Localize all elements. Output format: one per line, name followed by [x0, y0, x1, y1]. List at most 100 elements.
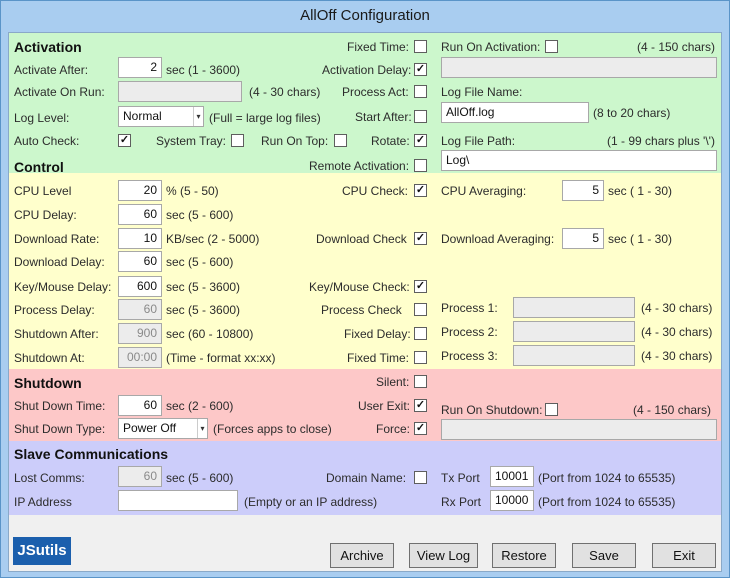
shutdown-heading: Shutdown — [14, 375, 82, 391]
shut-down-time-input[interactable]: 60 — [118, 395, 162, 416]
run-on-shutdown-input[interactable] — [441, 419, 717, 440]
run-on-activation-checkbox[interactable] — [545, 40, 558, 53]
run-on-shutdown-label: Run On Shutdown: — [441, 403, 543, 417]
process1-input[interactable] — [513, 297, 635, 318]
domain-name-label: Domain Name: — [326, 471, 407, 485]
process3-hint: (4 - 30 chars) — [641, 349, 713, 363]
log-level-select[interactable]: Normal ▾ — [118, 106, 204, 127]
chevron-down-icon: ▾ — [193, 107, 203, 126]
save-button[interactable]: Save — [572, 543, 636, 568]
process-act-checkbox[interactable] — [414, 85, 427, 98]
fixed-time-checkbox[interactable] — [414, 40, 427, 53]
cpu-delay-label: CPU Delay: — [14, 208, 77, 222]
cpu-averaging-input[interactable]: 5 — [562, 180, 604, 201]
silent-checkbox[interactable] — [414, 375, 427, 388]
process2-input[interactable] — [513, 321, 635, 342]
download-averaging-hint: sec ( 1 - 30) — [608, 232, 673, 246]
process-act-label: Process Act: — [342, 85, 409, 99]
process2-hint: (4 - 30 chars) — [641, 325, 713, 339]
archive-button[interactable]: Archive — [330, 543, 394, 568]
cpu-delay-hint: sec (5 - 600) — [166, 208, 234, 222]
shutdown-panel: Shutdown Shut Down Time: 60 sec (2 - 600… — [9, 369, 721, 441]
run-on-top-checkbox[interactable] — [334, 134, 347, 147]
user-exit-checkbox[interactable]: ✓ — [414, 399, 427, 412]
remote-activation-label: Remote Activation: — [309, 159, 410, 173]
cpu-delay-input[interactable]: 60 — [118, 204, 162, 225]
log-file-path-label: Log File Path: — [441, 134, 516, 148]
download-check-checkbox[interactable]: ✓ — [414, 232, 427, 245]
download-averaging-input[interactable]: 5 — [562, 228, 604, 249]
domain-name-checkbox[interactable] — [414, 471, 427, 484]
slave-panel: Slave Communications Lost Comms: 60 sec … — [9, 441, 721, 515]
run-on-activation-label: Run On Activation: — [441, 40, 541, 54]
download-averaging-label: Download Averaging: — [441, 232, 555, 246]
silent-label: Silent: — [376, 375, 410, 389]
cpu-check-checkbox[interactable]: ✓ — [414, 184, 427, 197]
rx-port-label: Rx Port — [441, 495, 482, 509]
auto-check-label: Auto Check: — [14, 134, 80, 148]
slave-heading: Slave Communications — [14, 446, 169, 462]
activation-delay-label: Activation Delay: — [322, 63, 412, 77]
run-on-shutdown-checkbox[interactable] — [545, 403, 558, 416]
control-heading: Control — [14, 159, 64, 175]
key-mouse-delay-input[interactable]: 600 — [118, 276, 162, 297]
restore-button[interactable]: Restore — [492, 543, 556, 568]
process1-label: Process 1: — [441, 301, 498, 315]
process2-label: Process 2: — [441, 325, 498, 339]
cpu-level-label: CPU Level — [14, 184, 72, 198]
process3-input[interactable] — [513, 345, 635, 366]
shutdown-after-input[interactable]: 900 — [118, 323, 162, 344]
shut-down-type-value: Power Off — [123, 421, 177, 435]
rx-port-input[interactable]: 10000 — [490, 490, 534, 511]
key-mouse-check-checkbox[interactable]: ✓ — [414, 280, 427, 293]
download-rate-label: Download Rate: — [14, 232, 100, 246]
lost-comms-input[interactable]: 60 — [118, 466, 162, 487]
remote-activation-checkbox[interactable] — [414, 159, 427, 172]
shut-down-type-hint: (Forces apps to close) — [213, 422, 332, 436]
ip-address-hint: (Empty or an IP address) — [244, 495, 378, 509]
shutdown-at-hint: (Time - format xx:xx) — [166, 351, 276, 365]
shut-down-type-select[interactable]: Power Off ▾ — [118, 418, 208, 439]
process-delay-hint: sec (5 - 3600) — [166, 303, 241, 317]
run-on-activation-input[interactable] — [441, 57, 717, 78]
shutdown-after-label: Shutdown After: — [14, 327, 99, 341]
cpu-level-input[interactable]: 20 — [118, 180, 162, 201]
activate-on-run-input[interactable] — [118, 81, 242, 102]
shut-down-time-hint: sec (2 - 600) — [166, 399, 234, 413]
activate-after-input[interactable]: 2 — [118, 57, 162, 78]
activation-delay-checkbox[interactable]: ✓ — [414, 63, 427, 76]
rotate-checkbox[interactable]: ✓ — [414, 134, 427, 147]
control-fixed-time-label: Fixed Time: — [347, 351, 410, 365]
start-after-checkbox[interactable] — [414, 110, 427, 123]
log-file-name-input[interactable]: AllOff.log — [441, 102, 589, 123]
process-check-checkbox[interactable] — [414, 303, 427, 316]
fixed-time-label: Fixed Time: — [347, 40, 410, 54]
exit-button[interactable]: Exit — [652, 543, 716, 568]
activate-after-hint: sec (1 - 3600) — [166, 63, 241, 77]
window-frame: AllOff Configuration Activation Activate… — [0, 0, 730, 578]
tx-port-input[interactable]: 10001 — [490, 466, 534, 487]
force-checkbox[interactable]: ✓ — [414, 422, 427, 435]
system-tray-checkbox[interactable] — [231, 134, 244, 147]
ip-address-label: IP Address — [14, 495, 72, 509]
shutdown-at-input[interactable]: 00:00 — [118, 347, 162, 368]
lost-comms-label: Lost Comms: — [14, 471, 85, 485]
log-file-name-label: Log File Name: — [441, 85, 523, 99]
process-delay-input[interactable]: 60 — [118, 299, 162, 320]
view-log-button[interactable]: View Log — [409, 543, 478, 568]
rx-port-hint: (Port from 1024 to 65535) — [538, 495, 676, 509]
control-fixed-time-checkbox[interactable] — [414, 351, 427, 364]
log-level-hint: (Full = large log files) — [209, 111, 321, 125]
download-rate-input[interactable]: 10 — [118, 228, 162, 249]
process3-label: Process 3: — [441, 349, 498, 363]
process1-hint: (4 - 30 chars) — [641, 301, 713, 315]
jsutils-logo: JSutils — [13, 537, 71, 565]
log-file-path-input[interactable]: Log\ — [441, 150, 717, 171]
auto-check-checkbox[interactable]: ✓ — [118, 134, 131, 147]
window-title: AllOff Configuration — [300, 7, 430, 24]
key-mouse-delay-hint: sec (5 - 3600) — [166, 280, 241, 294]
download-delay-input[interactable]: 60 — [118, 251, 162, 272]
log-file-path-hint: (1 - 99 chars plus '\') — [607, 134, 715, 148]
fixed-delay-checkbox[interactable] — [414, 327, 427, 340]
ip-address-input[interactable] — [118, 490, 238, 511]
